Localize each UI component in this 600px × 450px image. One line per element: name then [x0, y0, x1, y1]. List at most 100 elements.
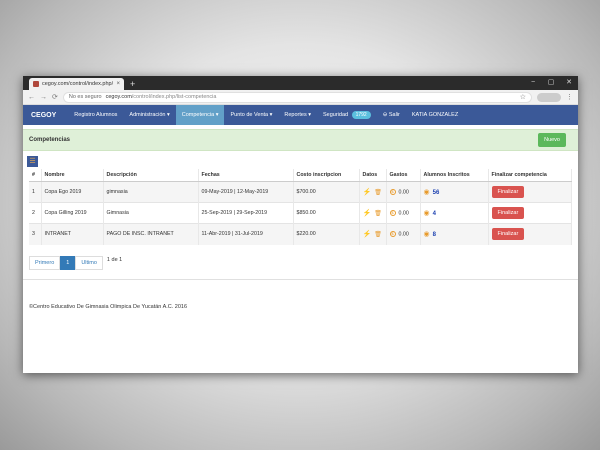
- col-header-finalizar: Finalizar competencia: [488, 169, 572, 182]
- gastos-value: 0.00: [398, 210, 409, 217]
- url-host: cegoy.com: [105, 94, 132, 100]
- cell-num: 3: [29, 223, 42, 245]
- page-current-button[interactable]: 1: [60, 255, 76, 270]
- back-icon[interactable]: ←: [28, 94, 35, 101]
- pagination: Primero 1 Ultimo 1 de 1: [29, 255, 578, 270]
- url-path: /control/index.php/list-competencia: [131, 94, 217, 100]
- cell-nombre: INTRANET: [41, 223, 104, 245]
- security-label[interactable]: No es seguro: [69, 94, 102, 100]
- browser-window: cegoy.com/control/index.php/lis × + − ▢ …: [23, 76, 578, 373]
- nav-registro-alumnos[interactable]: Registro Alumnos: [68, 105, 123, 125]
- nav-user-name[interactable]: KATIA GONZALEZ: [406, 105, 464, 125]
- alumnos-count-link[interactable]: 8: [433, 232, 436, 238]
- cell-gastos: $0.00: [386, 202, 421, 224]
- close-window-button[interactable]: ✕: [560, 76, 578, 90]
- page-title: Competencias: [29, 137, 71, 143]
- table-row: 1 Copa Ego 2019 gimnasia 09-May-2019 | 1…: [29, 181, 572, 203]
- delete-trash-icon[interactable]: 🗑: [374, 232, 382, 238]
- nav-reportes[interactable]: Reportes ▾: [278, 105, 317, 125]
- view-eye-icon[interactable]: ◉: [424, 231, 430, 238]
- nav-seguridad-label: Seguridad: [322, 112, 349, 118]
- browser-titlebar: cegoy.com/control/index.php/lis × + − ▢ …: [23, 76, 578, 90]
- finalizar-button[interactable]: Finalizar: [491, 228, 525, 241]
- browser-menu-icon[interactable]: ⋮: [566, 93, 573, 101]
- new-competencia-button[interactable]: Nuevo: [538, 133, 566, 147]
- maximize-button[interactable]: ▢: [542, 76, 560, 90]
- delete-trash-icon[interactable]: 🗑: [374, 211, 382, 217]
- edit-bolt-icon[interactable]: ⚡: [363, 210, 372, 217]
- cell-descripcion: Gimnasia: [103, 202, 199, 224]
- cell-nombre: Copa Gilling 2019: [41, 202, 104, 224]
- address-bar-row: ← → ⟳ No es seguro cegoy.com/control/ind…: [23, 90, 578, 105]
- footer-copyright: ©Centro Educativo De Gimnasia Olimpica D…: [29, 303, 188, 310]
- cell-finalizar: Finalizar: [488, 223, 572, 245]
- gastos-coin-icon[interactable]: $: [389, 209, 396, 216]
- table-header-row: # Nombre Descripción Fechas Costo inscri…: [29, 169, 572, 182]
- edit-bolt-icon[interactable]: ⚡: [363, 231, 372, 238]
- cell-num: 1: [29, 181, 42, 203]
- page-last-button[interactable]: Ultimo: [75, 255, 103, 270]
- col-header-gastos: Gastos: [386, 169, 421, 182]
- favicon-icon: [33, 81, 39, 87]
- cell-finalizar: Finalizar: [488, 181, 572, 203]
- col-header-descripcion: Descripción: [103, 169, 199, 182]
- url-input[interactable]: No es seguro cegoy.com/control/index.php…: [62, 91, 532, 103]
- table-row: 3 INTRANET PAGO DE INSC. INTRANET 11-Abr…: [29, 223, 572, 245]
- cell-descripcion: PAGO DE INSC. INTRANET: [103, 223, 199, 245]
- browser-tab[interactable]: cegoy.com/control/index.php/lis ×: [29, 78, 124, 90]
- cell-costo: $700.00: [293, 181, 360, 203]
- nav-competencia[interactable]: Competencia ▾: [175, 105, 225, 125]
- cell-gastos: $0.00: [386, 181, 421, 203]
- finalizar-button[interactable]: Finalizar: [491, 207, 525, 219]
- forward-icon[interactable]: →: [40, 94, 47, 101]
- bookmark-star-icon[interactable]: ☆: [520, 93, 526, 101]
- nav-administracion[interactable]: Administración ▾: [123, 105, 175, 125]
- cell-num: 2: [29, 202, 42, 224]
- cell-fechas: 09-May-2019 | 12-May-2019: [198, 181, 294, 203]
- cell-fechas: 11-Abr-2019 | 31-Jul-2019: [198, 223, 294, 245]
- edit-bolt-icon[interactable]: ⚡: [363, 189, 372, 196]
- cell-nombre: Copa Ego 2019: [41, 181, 104, 203]
- view-eye-icon[interactable]: ◉: [424, 210, 430, 217]
- tab-close-icon[interactable]: ×: [116, 81, 120, 87]
- cell-gastos: $0.00: [386, 223, 421, 245]
- cell-finalizar: Finalizar: [488, 202, 572, 224]
- cell-fechas: 25-Sep-2019 | 29-Sep-2019: [198, 202, 294, 224]
- competencias-panel-header: Competencias Nuevo: [23, 129, 578, 151]
- minimize-button[interactable]: −: [524, 76, 542, 90]
- page-info: 1 de 1: [106, 256, 123, 263]
- cell-datos: ⚡ 🗑: [359, 223, 387, 245]
- table-row: 2 Copa Gilling 2019 Gimnasia 25-Sep-2019…: [29, 202, 572, 224]
- alumnos-count-link[interactable]: 4: [433, 211, 436, 217]
- col-header-costo: Costo inscripcion: [293, 169, 360, 182]
- cell-datos: ⚡ 🗑: [359, 181, 387, 203]
- nav-seguridad[interactable]: Seguridad 1792: [317, 105, 377, 125]
- cell-alumnos: ◉ 8: [420, 223, 489, 245]
- brand-logo[interactable]: CEGOY: [31, 112, 56, 119]
- profile-avatar[interactable]: [537, 92, 561, 102]
- rss-icon[interactable]: ☰: [27, 156, 38, 167]
- cell-descripcion: gimnasia: [103, 181, 199, 203]
- divider: [23, 278, 578, 280]
- nav-logout[interactable]: ⊖ Salir: [377, 105, 406, 125]
- finalizar-button[interactable]: Finalizar: [491, 186, 525, 198]
- gastos-coin-icon[interactable]: $: [389, 188, 396, 195]
- cell-costo: $850.00: [293, 202, 360, 224]
- page-first-button[interactable]: Primero: [29, 255, 61, 270]
- window-controls: − ▢ ✕: [524, 76, 578, 90]
- competencias-table: # Nombre Descripción Fechas Costo inscri…: [29, 169, 572, 245]
- alumnos-count-link[interactable]: 56: [433, 190, 440, 196]
- cell-datos: ⚡ 🗑: [359, 202, 387, 224]
- security-count-badge: 1792: [351, 111, 371, 119]
- delete-trash-icon[interactable]: 🗑: [374, 190, 382, 196]
- new-tab-button[interactable]: +: [130, 78, 135, 90]
- col-header-alumnos: Alumnos Inscritos: [420, 169, 489, 182]
- cell-costo: $220.00: [293, 223, 360, 245]
- cell-alumnos: ◉ 4: [420, 202, 489, 224]
- tab-title: cegoy.com/control/index.php/lis: [42, 81, 114, 87]
- gastos-coin-icon[interactable]: $: [389, 231, 396, 238]
- view-eye-icon[interactable]: ◉: [424, 189, 430, 196]
- gastos-value: 0.00: [398, 231, 409, 238]
- reload-icon[interactable]: ⟳: [52, 93, 58, 101]
- nav-punto-de-venta[interactable]: Punto de Venta ▾: [224, 105, 278, 125]
